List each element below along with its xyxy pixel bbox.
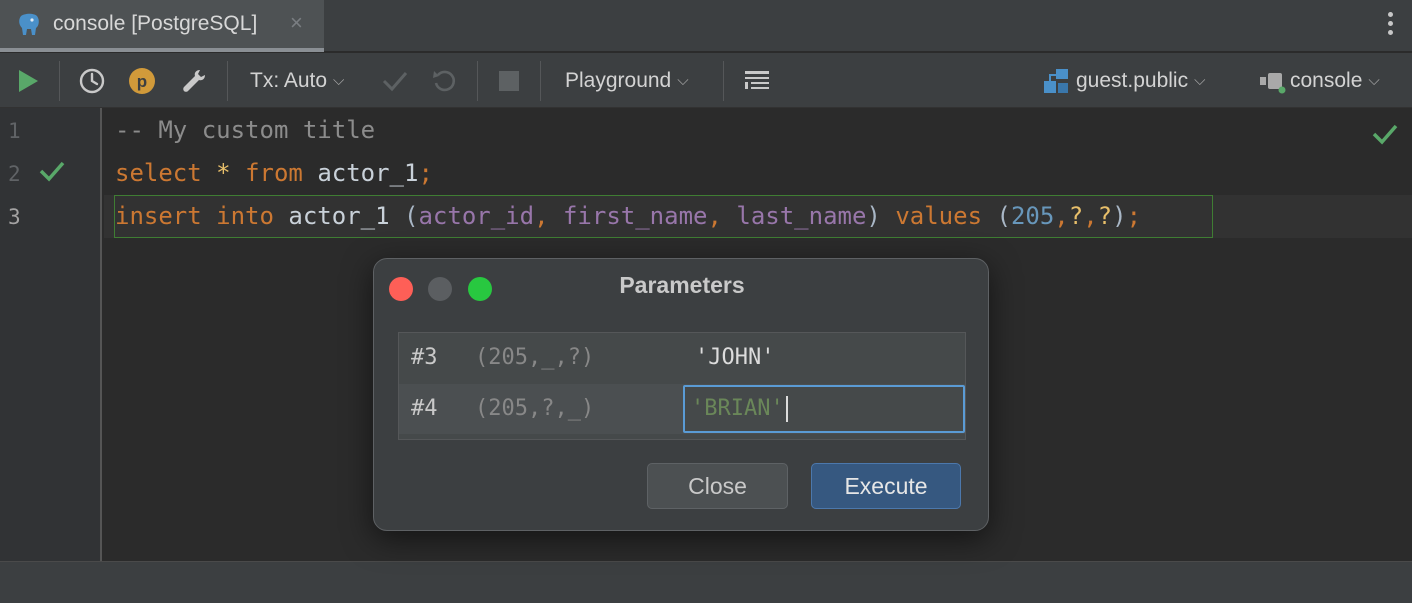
code-line-1: -- My custom title: [115, 116, 375, 144]
line-number: 1: [8, 119, 21, 143]
sql-paren: (: [996, 202, 1011, 230]
chevron-down-icon: ⌵: [333, 72, 345, 89]
sql-table-name: actor_1: [288, 202, 390, 230]
tx-mode-dropdown[interactable]: Tx: Auto ⌵: [250, 53, 344, 108]
bottom-panel: [0, 561, 1412, 603]
editor-tab-bar: console [PostgreSQL] ×: [0, 0, 1412, 52]
tx-mode-label: Tx: Auto: [250, 68, 328, 92]
run-button[interactable]: [16, 53, 40, 108]
no-problems-check-icon: [1372, 124, 1398, 145]
history-icon: [79, 68, 105, 93]
parameter-value-text: 'BRIAN': [691, 396, 788, 422]
playground-label: Playground: [565, 68, 672, 92]
toolbar-separator: [540, 61, 541, 101]
session-selector[interactable]: console ⌵: [1258, 53, 1380, 108]
dialog-title: Parameters: [619, 272, 745, 298]
sql-comma: ,: [1083, 202, 1098, 230]
close-button[interactable]: Close: [647, 463, 788, 509]
parameter-value[interactable]: 'JOHN': [695, 345, 774, 370]
sql-keyword: values: [895, 202, 983, 230]
console-toolbar: p Tx: Auto ⌵ Playground ⌵ guest.public ⌵…: [0, 53, 1412, 108]
playground-dropdown[interactable]: Playground ⌵: [565, 53, 689, 108]
table-view-button[interactable]: [743, 53, 771, 108]
sql-semicolon: ;: [1126, 202, 1142, 230]
active-tab-indicator: [0, 48, 324, 52]
rollback-icon: [433, 70, 456, 91]
sql-comma: ,: [534, 202, 549, 230]
sql-column: actor_id: [418, 202, 535, 230]
sql-keyword: select: [115, 159, 202, 187]
history-button[interactable]: [78, 53, 106, 108]
execute-button[interactable]: Execute: [811, 463, 961, 509]
tab-console[interactable]: console [PostgreSQL] ×: [0, 0, 324, 52]
commit-icon: [382, 71, 408, 91]
parameter-context: (205,?,_): [475, 396, 595, 421]
datasource-icon: [1260, 72, 1286, 93]
sql-keyword: into: [216, 202, 274, 230]
line-number-gutter: 1 2 3: [0, 108, 102, 561]
toolbar-separator: [723, 61, 724, 101]
executed-check-icon: [39, 161, 65, 182]
sql-keyword: from: [245, 159, 303, 187]
sql-paren: ): [1112, 202, 1127, 230]
sql-keyword: insert: [115, 202, 202, 230]
sql-star: *: [216, 159, 231, 187]
sql-column: first_name: [562, 202, 708, 230]
code-line-2: select * from actor_1;: [115, 159, 433, 187]
schema-icon: [1044, 68, 1068, 93]
stop-icon: [499, 70, 519, 91]
sql-comma: ,: [1054, 202, 1069, 230]
table-row[interactable]: #4 (205,?,_) 'BRIAN': [399, 384, 965, 434]
rollback-button[interactable]: [430, 53, 458, 108]
sql-parameter: ?: [1068, 202, 1084, 230]
schema-label: guest.public: [1076, 68, 1189, 92]
line-number: 2: [8, 162, 21, 186]
svg-text:p: p: [137, 72, 147, 91]
chevron-down-icon: ⌵: [1194, 72, 1206, 89]
toolbar-separator: [59, 61, 60, 101]
sql-paren: ): [866, 202, 881, 230]
code-line-3: insert into actor_1 (actor_id, first_nam…: [115, 202, 1141, 230]
p-badge-button[interactable]: p: [128, 53, 156, 108]
sql-number: 205: [1010, 202, 1055, 230]
line-number: 3: [8, 205, 21, 229]
p-badge-icon: p: [129, 67, 155, 94]
sql-table-name: actor_1: [317, 159, 419, 187]
stop-button[interactable]: [498, 53, 520, 108]
toolbar-separator: [477, 61, 478, 101]
sql-parameter: ?: [1097, 202, 1113, 230]
text-caret: [785, 396, 788, 422]
sql-comment: -- My custom title: [115, 116, 376, 144]
table-row[interactable]: #3 (205,_,?) 'JOHN': [399, 333, 965, 383]
commit-button[interactable]: [381, 53, 409, 108]
session-label: console: [1290, 68, 1363, 92]
tab-title: console [PostgreSQL]: [53, 12, 258, 35]
more-options-icon[interactable]: [1388, 12, 1394, 38]
sql-semicolon: ;: [418, 159, 433, 187]
parameters-table: #3 (205,_,?) 'JOHN' #4 (205,?,_) 'BRIAN': [398, 332, 966, 440]
sql-comma: ,: [707, 202, 722, 230]
settings-button[interactable]: [180, 53, 208, 108]
close-icon[interactable]: ×: [290, 10, 303, 36]
run-icon: [19, 69, 38, 92]
sql-paren: (: [404, 202, 419, 230]
table-view-icon: [745, 70, 769, 89]
toolbar-separator: [227, 61, 228, 101]
parameter-value-input[interactable]: 'BRIAN': [683, 385, 965, 433]
sql-column: last_name: [736, 202, 867, 230]
postgresql-elephant-icon: [19, 13, 39, 35]
parameter-number: #3: [411, 345, 438, 370]
chevron-down-icon: ⌵: [677, 72, 689, 89]
parameters-dialog: Parameters #3 (205,_,?) 'JOHN' #4 (205,?…: [373, 258, 989, 531]
wrench-icon: [183, 69, 205, 92]
chevron-down-icon: ⌵: [1368, 72, 1380, 89]
parameter-number: #4: [411, 396, 438, 421]
schema-selector[interactable]: guest.public ⌵: [1042, 53, 1205, 108]
parameter-context: (205,_,?): [475, 345, 595, 370]
